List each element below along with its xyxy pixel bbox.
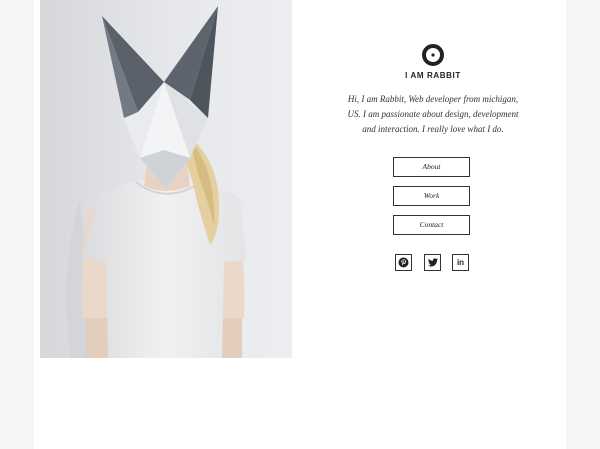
contact-button[interactable]: Contact [393,215,470,235]
intro-text: Hi, I am Rabbit, Web developer from mich… [338,92,528,137]
intro-line: Hi, I am Rabbit, Web developer from mich… [347,94,519,104]
intro-line: and interaction. I really love what I do… [362,124,504,134]
about-button[interactable]: About [393,157,470,177]
work-button[interactable]: Work [393,186,470,206]
circle-logo-icon[interactable] [422,44,444,66]
pinterest-icon [398,257,409,268]
brand-name: I AM RABBIT [405,71,461,80]
pinterest-button[interactable] [395,254,412,271]
twitter-button[interactable] [424,254,441,271]
linkedin-button[interactable]: in [452,254,469,271]
rabbit-mask-photo-illustration [40,0,292,358]
linkedin-icon: in [456,257,465,267]
hero-photo [40,0,292,358]
intro-line: US. I am passionate about design, develo… [347,109,519,119]
twitter-icon [427,258,438,267]
